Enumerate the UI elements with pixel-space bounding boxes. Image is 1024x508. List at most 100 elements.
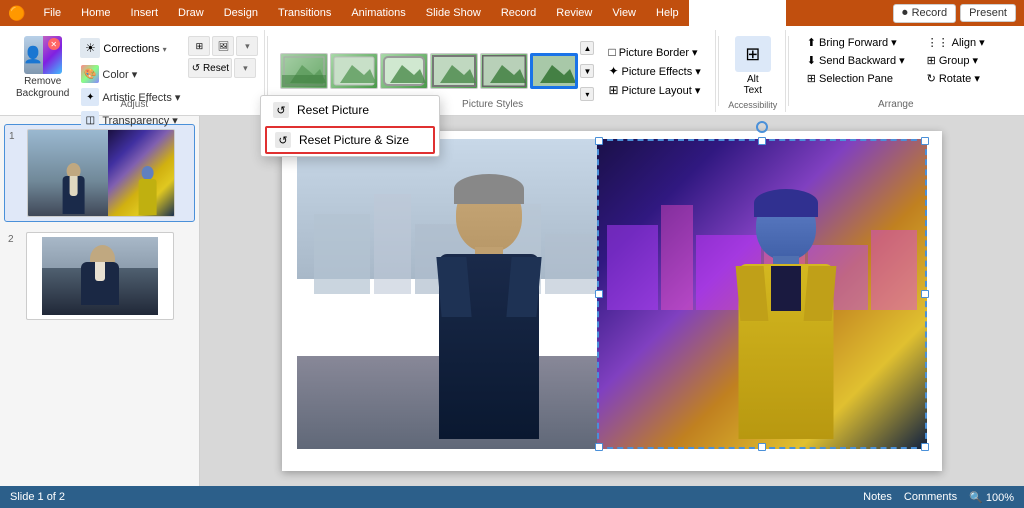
tab-design[interactable]: Design [214, 0, 268, 26]
align-icon: ⋮⋮ [927, 36, 949, 49]
picture-border-button[interactable]: □ Picture Border ▾ [604, 43, 704, 61]
style-2-preview [332, 55, 376, 87]
slide-2-item[interactable]: 2 [4, 228, 195, 324]
zoom-controls[interactable]: 🔍 100% [969, 491, 1014, 504]
alt-text-label: AltText [744, 74, 762, 96]
group-icon: ⊞ [927, 54, 936, 67]
slide-1-thumbnail [27, 129, 175, 217]
slide-2-number: 2 [8, 232, 20, 245]
slide-1-item[interactable]: 1 [4, 124, 195, 222]
align-button[interactable]: ⋮⋮ Align ▾ [921, 34, 991, 51]
canvas-area [200, 116, 1024, 486]
tab-transitions[interactable]: Transitions [268, 0, 341, 26]
style-4-preview [432, 55, 476, 87]
accessibility-group-label: Accessibility [721, 100, 785, 110]
reset-picture-arrow[interactable]: ▾ [234, 58, 256, 78]
reset-picture-size-icon: ↺ [275, 132, 291, 148]
picture-border-icon: □ [608, 45, 615, 59]
transparency-button[interactable]: ◫ Transparency ▾ [77, 109, 184, 131]
title-bar: 🟠 File Home Insert Draw Design Transitio… [0, 0, 1024, 26]
ribbon-group-arrange: ⬆ Bring Forward ▾ ⬇ Send Backward ▾ ⊞ Se… [791, 30, 1001, 112]
separator-3 [788, 36, 789, 106]
comments-button[interactable]: Comments [904, 491, 957, 504]
styles-scroll: ▲ ▼ ▾ [580, 41, 594, 101]
picture-layout-label: Picture Layout ▾ [622, 84, 701, 97]
ribbon-group-accessibility: ⊞ AltText Accessibility [721, 30, 786, 112]
style-thumb-3[interactable] [380, 53, 428, 89]
bring-forward-button[interactable]: ⬆ Bring Forward ▾ [801, 34, 911, 51]
picture-effects-button[interactable]: ✦ Picture Effects ▾ [604, 62, 704, 80]
tab-file[interactable]: File [33, 0, 71, 26]
picture-effects-icon: ✦ [608, 64, 618, 78]
rotate-handle[interactable] [756, 121, 768, 133]
picture-border-label: Picture Border ▾ [619, 46, 698, 59]
slide-2-content [27, 233, 173, 319]
title-bar-left: 🟠 File Home Insert Draw Design Transitio… [8, 0, 786, 26]
scroll-down-arrow[interactable]: ▼ [580, 64, 594, 78]
style-thumb-6[interactable] [530, 53, 578, 89]
corrections-label: Corrections [103, 43, 159, 55]
reset-picture-button[interactable]: ↺ Reset [188, 58, 232, 78]
tab-help[interactable]: Help [646, 0, 689, 26]
arrange-group-label: Arrange [791, 99, 1001, 110]
style-thumb-4[interactable] [430, 53, 478, 89]
color-icon: 🎨 [81, 65, 99, 83]
reset-picture-size-menu-item[interactable]: ↺ Reset Picture & Size [265, 126, 435, 154]
remove-bg-icon: 👤 ✕ [24, 36, 62, 74]
notes-button[interactable]: Notes [863, 491, 892, 504]
record-button[interactable]: ⏺ Record [893, 4, 956, 23]
style-1-preview [282, 55, 326, 87]
present-button[interactable]: Present [960, 4, 1016, 22]
reset-picture-icon: ↺ [273, 102, 289, 118]
group-button[interactable]: ⊞ Group ▾ [921, 52, 991, 69]
remove-background-button[interactable]: 👤 ✕ RemoveBackground [10, 32, 75, 104]
style-thumb-5[interactable] [480, 53, 528, 89]
picture-layout-icon: ⊞ [608, 83, 618, 97]
remove-bg-label: RemoveBackground [16, 76, 69, 100]
send-backward-button[interactable]: ⬇ Send Backward ▾ [801, 52, 911, 69]
compress-picture-button[interactable]: ⊞ [188, 36, 210, 56]
send-backward-label: Send Backward ▾ [819, 54, 905, 67]
alt-text-button[interactable]: ⊞ AltText [727, 32, 779, 100]
style-thumb-2[interactable] [330, 53, 378, 89]
tab-draw[interactable]: Draw [168, 0, 214, 26]
tab-animations[interactable]: Animations [341, 0, 415, 26]
style-5-preview [482, 55, 526, 87]
style-thumb-1[interactable] [280, 53, 328, 89]
arrange-buttons-right: ⋮⋮ Align ▾ ⊞ Group ▾ ↻ Rotate ▾ [917, 32, 995, 89]
main-area: 1 [0, 116, 1024, 486]
alt-text-icon: ⊞ [735, 36, 771, 72]
selection-pane-button[interactable]: ⊞ Selection Pane [801, 70, 911, 87]
align-label: Align ▾ [952, 36, 985, 49]
color-button[interactable]: 🎨 Color ▾ [77, 63, 184, 85]
ribbon: 👤 ✕ RemoveBackground ☀ Corrections ▾ 🎨 C… [0, 26, 1024, 116]
reset-picture-size-label: Reset Picture & Size [299, 133, 409, 147]
rotate-label: Rotate ▾ [939, 72, 980, 85]
reset-picture-label: Reset Picture [297, 103, 369, 117]
tab-view[interactable]: View [602, 0, 646, 26]
reset-picture-menu-item[interactable]: ↺ Reset Picture [261, 96, 439, 124]
picture-layout-button[interactable]: ⊞ Picture Layout ▾ [604, 81, 704, 99]
slide-canvas[interactable] [282, 131, 942, 471]
style-3-preview [382, 55, 426, 87]
rotate-button[interactable]: ↻ Rotate ▾ [921, 70, 991, 87]
slide-panel: 1 [0, 116, 200, 486]
tab-review[interactable]: Review [546, 0, 602, 26]
corrections-button[interactable]: ☀ Corrections ▾ [77, 36, 184, 62]
right-photo-container [597, 139, 927, 449]
tab-home[interactable]: Home [71, 0, 120, 26]
selection-pane-label: Selection Pane [819, 73, 893, 85]
tab-insert[interactable]: Insert [121, 0, 169, 26]
record-icon: ⏺ [902, 7, 908, 20]
change-picture-button[interactable]: 🖼 [212, 36, 234, 56]
person-right-artistic [706, 184, 866, 449]
transparency-label: Transparency ▾ [102, 114, 177, 127]
scroll-up-arrow[interactable]: ▲ [580, 41, 594, 55]
change-picture-arrow[interactable]: ▾ [236, 36, 258, 56]
arrange-buttons-left: ⬆ Bring Forward ▾ ⬇ Send Backward ▾ ⊞ Se… [797, 32, 915, 89]
tab-picture-format[interactable]: Picture Format [689, 0, 787, 26]
tab-slideshow[interactable]: Slide Show [416, 0, 491, 26]
tab-record[interactable]: Record [491, 0, 546, 26]
transparency-icon: ◫ [81, 111, 99, 129]
send-backward-icon: ⬇ [807, 54, 816, 67]
